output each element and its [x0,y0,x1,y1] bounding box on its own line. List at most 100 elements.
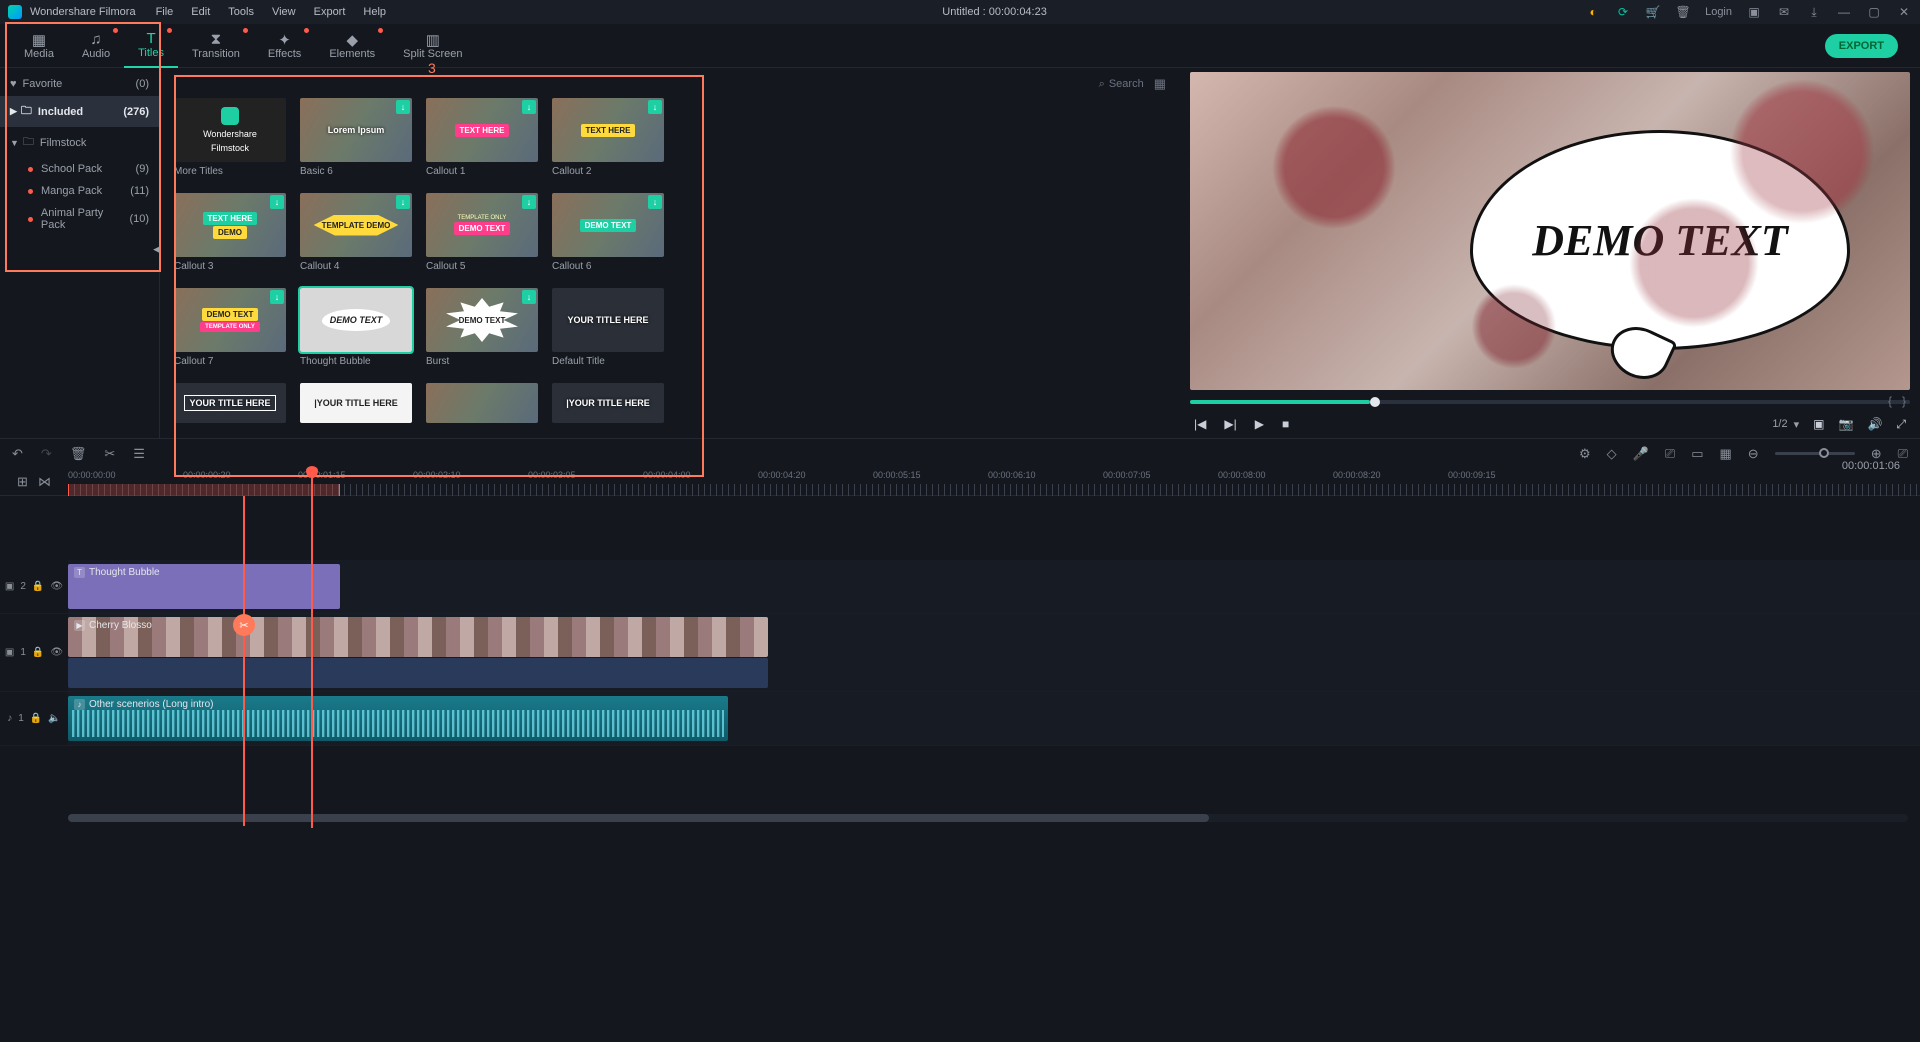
login-link[interactable]: Login [1705,4,1732,20]
title-card-selected[interactable]: DEMO TEXTThought Bubble [300,288,412,367]
menu-help[interactable]: Help [363,6,386,18]
group-icon[interactable]: ▭ [1691,446,1703,462]
eye-icon[interactable]: 👁 [50,581,63,592]
mute-icon[interactable]: 🔈 [48,713,60,724]
download-icon[interactable]: ↓ [648,100,662,114]
play-icon[interactable]: ▶| [1224,417,1236,431]
download-icon[interactable]: ↓ [648,195,662,209]
tab-titles[interactable]: TTitles [124,24,178,68]
title-card[interactable]: ↓DEMO TEXTBurst [426,288,538,367]
mail-icon[interactable]: ✉ [1776,4,1792,20]
lock-icon[interactable]: 🔒 [32,581,44,592]
title-card[interactable]: ↓TEMPLATE ONLYDEMO TEXTCallout 5 [426,193,538,272]
mixer2-icon[interactable]: ⎚ [1665,446,1675,462]
sidebar-favorite[interactable]: ♥Favorite(0) [0,72,159,96]
sidebar-sub-manga[interactable]: Manga Pack(11) [0,180,159,202]
preview-viewport[interactable]: DEMO TEXT [1190,72,1910,390]
track-body[interactable]: ▶Cherry Blosso [68,614,1920,691]
eye-icon[interactable]: 👁 [50,647,63,658]
edit-icon[interactable]: ☰ [133,446,145,462]
clip-audio[interactable]: ♪Other scenerios (Long intro) [68,696,728,741]
title-card[interactable]: |YOUR TITLE HERE [300,383,412,423]
lightbulb-icon[interactable]: ◐ [1585,4,1601,20]
redo-icon[interactable]: ↷ [41,446,52,462]
export-button[interactable]: EXPORT [1825,34,1898,58]
zoom-ratio[interactable]: 1/2▾ [1772,418,1799,431]
tab-media[interactable]: ▦Media [10,24,68,68]
maximize-icon[interactable]: ▢ [1866,4,1882,20]
title-card[interactable]: ↓TEMPLATE DEMOCallout 4 [300,193,412,272]
close-icon[interactable]: ✕ [1896,4,1912,20]
search-input[interactable]: ⌕Search [1099,78,1144,91]
prev-frame-icon[interactable]: |◀ [1194,417,1206,431]
play-button-icon[interactable]: ▶ [1255,417,1264,431]
marker-icon[interactable]: ◇ [1607,446,1617,462]
title-card[interactable]: ↓DEMO TEXTCallout 6 [552,193,664,272]
sidebar-filmstock[interactable]: ▼🗀Filmstock [0,127,159,158]
download-icon[interactable]: ↓ [522,195,536,209]
save-icon[interactable]: ▣ [1746,4,1762,20]
bracket-in-icon[interactable]: { [1888,394,1892,408]
playhead[interactable] [311,468,313,828]
title-card[interactable]: ↓TEXT HEREDEMOCallout 3 [174,193,286,272]
title-card[interactable]: ↓TEXT HERECallout 2 [552,98,664,177]
quality-icon[interactable]: ▣ [1813,417,1824,431]
title-card[interactable]: ↓Lorem IpsumBasic 6 [300,98,412,177]
split-icon[interactable]: ✂ [104,446,115,462]
playhead-line[interactable]: ✂ [243,496,245,826]
menu-edit[interactable]: Edit [191,6,210,18]
tab-audio[interactable]: ♫Audio [68,24,124,68]
sidebar-sub-animal[interactable]: Animal Party Pack(10) [0,202,159,236]
menu-file[interactable]: File [156,6,174,18]
download-icon[interactable]: ↓ [270,290,284,304]
track-body[interactable]: TThought Bubble [68,560,1920,613]
timeline-ruler[interactable]: 00:00:00:0000:00:00:2000:00:01:1500:00:0… [68,468,1920,495]
lock-icon[interactable]: 🔒 [30,713,42,724]
download-icon[interactable]: ↓ [396,195,410,209]
clip-video-audio[interactable] [68,658,768,688]
grid-view-icon[interactable]: ▦ [1154,76,1166,92]
title-card[interactable]: ↓TEXT HERECallout 1 [426,98,538,177]
stop-icon[interactable]: ■ [1282,417,1289,431]
delete-icon[interactable]: 🗑 [70,446,87,462]
undo-icon[interactable]: ↶ [12,446,23,462]
snapshot-icon[interactable]: 📷 [1838,417,1853,431]
tab-effects[interactable]: ✦Effects [254,24,315,68]
tab-transition[interactable]: ⧗Transition [178,24,254,68]
fullscreen-icon[interactable]: ⤢ [1896,417,1906,432]
render-icon[interactable]: ▦ [1719,446,1731,462]
sidebar-sub-school[interactable]: School Pack(9) [0,158,159,180]
add-track-icon[interactable]: ⊞ [17,474,28,490]
volume-icon[interactable]: 🔊 [1867,417,1882,431]
title-card[interactable]: ↓DEMO TEXTTEMPLATE ONLYCallout 7 [174,288,286,367]
minimize-icon[interactable]: — [1836,4,1852,20]
track-body[interactable]: ♪Other scenerios (Long intro) [68,692,1920,745]
title-card[interactable]: YOUR TITLE HERE [174,383,286,423]
tab-elements[interactable]: ◆Elements [315,24,389,68]
scissors-icon[interactable]: ✂ [233,614,255,636]
download-icon[interactable]: ↓ [522,100,536,114]
timeline-scrollbar[interactable] [68,814,1908,822]
menu-tools[interactable]: Tools [228,6,254,18]
title-card[interactable]: WondershareFilmstockMore Titles [174,98,286,177]
refresh-icon[interactable]: ⟳ [1615,4,1631,20]
title-card[interactable]: |YOUR TITLE HERE [552,383,664,423]
clip-title[interactable]: TThought Bubble [68,564,340,609]
download-icon[interactable]: ↓ [522,290,536,304]
trash-icon[interactable]: 🗑 [1675,4,1691,20]
download-icon[interactable]: ↓ [270,195,284,209]
record-icon[interactable]: 🎤 [1633,446,1649,462]
mixer-icon[interactable]: ⚙ [1579,446,1591,462]
download-icon[interactable]: ⤓ [1806,4,1822,20]
menu-view[interactable]: View [272,6,296,18]
clip-video[interactable]: ▶Cherry Blosso [68,617,768,657]
work-area-range[interactable] [68,484,340,496]
zoom-out-icon[interactable]: ⊖ [1748,446,1759,462]
link-icon[interactable]: ⋈ [38,474,51,490]
sidebar-included[interactable]: ▶🗀Included(276) [0,96,159,127]
lock-icon[interactable]: 🔒 [32,647,44,658]
title-card[interactable]: YOUR TITLE HEREDefault Title [552,288,664,367]
download-icon[interactable]: ↓ [396,100,410,114]
menu-export[interactable]: Export [314,6,346,18]
bracket-out-icon[interactable]: } [1902,394,1906,408]
